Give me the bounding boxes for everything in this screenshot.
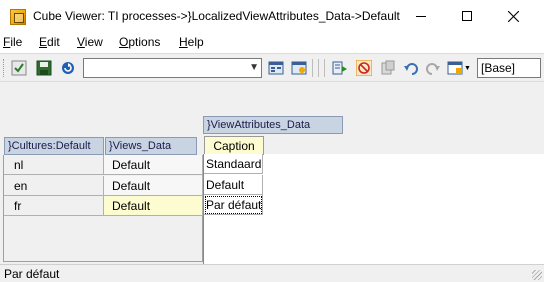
suppress-zeroes-icon[interactable]: [356, 60, 372, 76]
layout-grid-icon[interactable]: [447, 60, 463, 76]
status-bar: Par défaut: [0, 264, 544, 282]
row-dimension-views[interactable]: }Views_Data: [105, 137, 197, 155]
view-select[interactable]: ▼: [83, 58, 262, 78]
menu-help[interactable]: Help: [179, 35, 204, 49]
save-icon[interactable]: [36, 60, 52, 76]
menu-edit-label: dit: [47, 35, 60, 49]
sandbox-icon[interactable]: [380, 60, 396, 76]
maximize-button[interactable]: [444, 0, 490, 32]
window-title: Cube Viewer: TI processes->}LocalizedVie…: [33, 9, 400, 23]
menu-edit-accel: E: [39, 35, 48, 49]
column-dimension-viewattributes[interactable]: }ViewAttributes_Data: [203, 116, 343, 134]
base-field[interactable]: [Base]: [477, 58, 541, 78]
menu-bar: File Edit View Options Help: [0, 33, 544, 53]
row-header-culture[interactable]: nl: [4, 155, 104, 175]
menu-help-accel: H: [179, 35, 188, 49]
resize-grip-icon[interactable]: [532, 270, 542, 280]
toolbar-separator: [318, 59, 319, 77]
view-settings-icon[interactable]: [268, 60, 284, 76]
layout-dropdown-arrow-icon[interactable]: ▼: [464, 65, 471, 72]
close-button[interactable]: [490, 0, 536, 32]
row-header-view[interactable]: Default: [104, 155, 203, 175]
menu-options[interactable]: Options: [119, 35, 160, 49]
export-arrow-icon[interactable]: [332, 60, 348, 76]
subset-editor-icon[interactable]: [291, 60, 307, 76]
minimize-button[interactable]: [398, 0, 444, 32]
data-cell-caption[interactable]: Standaard: [204, 154, 263, 174]
chevron-down-icon: ▼: [249, 62, 259, 73]
cube-viewer-app-icon: [10, 9, 26, 25]
data-cell-caption[interactable]: Default: [204, 175, 263, 195]
close-icon: [507, 10, 519, 22]
toolbar-grip[interactable]: [3, 59, 6, 77]
redo-icon[interactable]: [425, 60, 441, 76]
menu-view-accel: V: [77, 35, 85, 49]
data-cell-caption-focused[interactable]: Par défaut: [204, 195, 263, 215]
row-header-view[interactable]: Default: [104, 176, 203, 196]
toolbar-separator: [312, 59, 313, 77]
row-header-view-selected[interactable]: Default: [104, 196, 203, 216]
status-text: Par défaut: [4, 267, 60, 281]
menu-help-label: elp: [187, 35, 204, 49]
toolbar: ▼ ▼ [Base]: [0, 53, 544, 82]
menu-view-label: iew: [84, 35, 103, 49]
menu-file[interactable]: File: [3, 35, 22, 49]
row-dimension-cultures[interactable]: }Cultures:Default: [4, 137, 104, 155]
menu-edit[interactable]: Edit: [39, 35, 60, 49]
menu-options-accel: O: [119, 35, 129, 49]
refresh-icon[interactable]: [60, 60, 76, 76]
toolbar-separator: [324, 59, 325, 77]
menu-file-label: ile: [10, 35, 23, 49]
menu-options-label: ptions: [128, 35, 161, 49]
row-header-culture[interactable]: fr: [4, 196, 104, 216]
recalculate-check-icon[interactable]: [11, 60, 27, 76]
minimize-icon: [416, 15, 426, 17]
column-header-caption[interactable]: Caption: [204, 136, 264, 155]
title-bar: Cube Viewer: TI processes->}LocalizedVie…: [0, 0, 544, 33]
row-header-culture[interactable]: en: [4, 176, 104, 196]
maximize-icon: [462, 11, 472, 21]
undo-icon[interactable]: [403, 60, 419, 76]
menu-view[interactable]: View: [77, 35, 103, 49]
